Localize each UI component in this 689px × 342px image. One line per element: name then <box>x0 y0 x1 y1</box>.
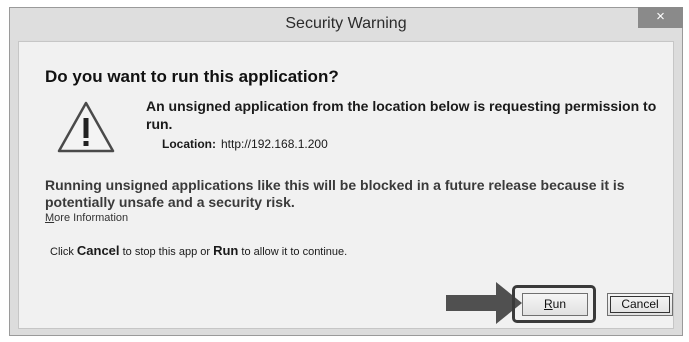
instruction-part: to allow it to continue. <box>238 246 348 258</box>
location-label: Location: <box>162 137 216 151</box>
dialog-content: Do you want to run this application? An … <box>18 41 674 329</box>
instruction-cancel-word: Cancel <box>76 243 120 258</box>
more-info-mnemonic: M <box>45 212 55 224</box>
title-bar[interactable]: Security Warning × <box>10 7 683 40</box>
close-button[interactable]: × <box>638 7 683 28</box>
more-info-label: ore Information <box>54 212 129 224</box>
run-button[interactable]: Run <box>522 293 588 316</box>
run-mnemonic: R <box>543 297 553 311</box>
instruction-run-word: Run <box>213 243 239 258</box>
window-title: Security Warning <box>285 15 407 32</box>
instruction-text: Click Cancel to stop this app or Run to … <box>50 243 347 258</box>
deprecation-notice: Running unsigned applications like this … <box>45 177 625 210</box>
instruction-part: to stop this app or <box>119 246 214 258</box>
instruction-part: Click <box>50 246 77 258</box>
more-information-link[interactable]: More Information <box>45 212 128 224</box>
dialog-heading: Do you want to run this application? <box>45 67 339 86</box>
warning-triangle-icon <box>57 101 115 153</box>
location-row: Location: http://192.168.1.200 <box>162 137 328 151</box>
close-icon: × <box>656 8 665 25</box>
dialog-description: An unsigned application from the locatio… <box>146 98 657 132</box>
run-label: un <box>552 297 567 311</box>
security-warning-dialog: Security Warning × Do you want to run th… <box>9 7 683 336</box>
location-value: http://192.168.1.200 <box>221 137 328 151</box>
cancel-button[interactable]: Cancel <box>607 293 673 316</box>
